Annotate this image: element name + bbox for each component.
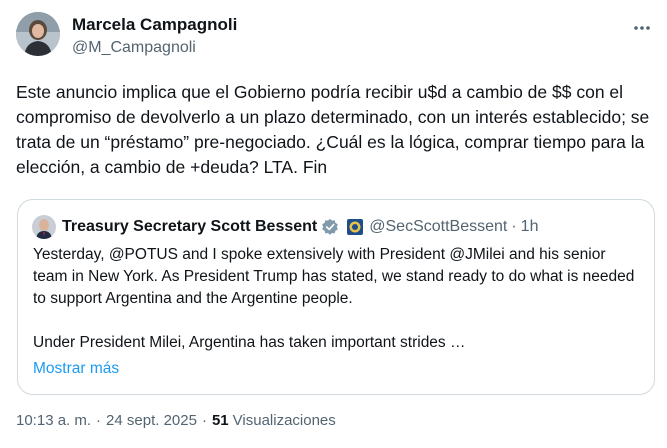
tweet-time[interactable]: 10:13 a. m.	[16, 412, 91, 429]
quoted-tweet[interactable]: Treasury Secretary Scott Bessent @SecSco…	[17, 199, 655, 395]
author-name[interactable]: Marcela Campagnoli	[72, 15, 237, 35]
quoted-author-handle: @SecScottBessent	[369, 218, 508, 235]
quoted-author-name: Treasury Secretary Scott Bessent	[62, 218, 318, 235]
author-avatar[interactable]	[16, 12, 60, 56]
quoted-paragraph-2: Under President Milei, Argentina has tak…	[33, 334, 466, 351]
quoted-tweet-header: Treasury Secretary Scott Bessent @SecSco…	[32, 215, 539, 239]
views-label: Visualizaciones	[232, 412, 336, 429]
author-handle[interactable]: @M_Campagnoli	[72, 37, 237, 59]
quoted-separator: ·	[511, 218, 517, 235]
meta-separator: ·	[96, 412, 102, 429]
meta-separator: ·	[201, 412, 207, 429]
show-more-link[interactable]: Mostrar más	[33, 358, 119, 380]
quoted-timestamp: 1h	[520, 218, 539, 235]
tweet-text: Este anuncio implica que el Gobierno pod…	[16, 82, 650, 177]
more-horizontal-icon[interactable]	[630, 16, 654, 40]
quoted-author-avatar	[32, 215, 56, 239]
quoted-tweet-text: Yesterday, @POTUS and I spoke extensivel…	[33, 244, 643, 354]
views-count: 51	[211, 412, 229, 429]
verified-badge-icon	[321, 218, 339, 236]
tweet-header: Marcela Campagnoli @M_Campagnoli	[16, 12, 656, 64]
tweet-date[interactable]: 24 sept. 2025	[106, 412, 197, 429]
government-seal-icon	[347, 219, 364, 235]
quoted-paragraph-1: Yesterday, @POTUS and I spoke extensivel…	[33, 246, 635, 307]
tweet-meta: 10:13 a. m. · 24 sept. 2025 · 51 Visuali…	[16, 412, 336, 429]
